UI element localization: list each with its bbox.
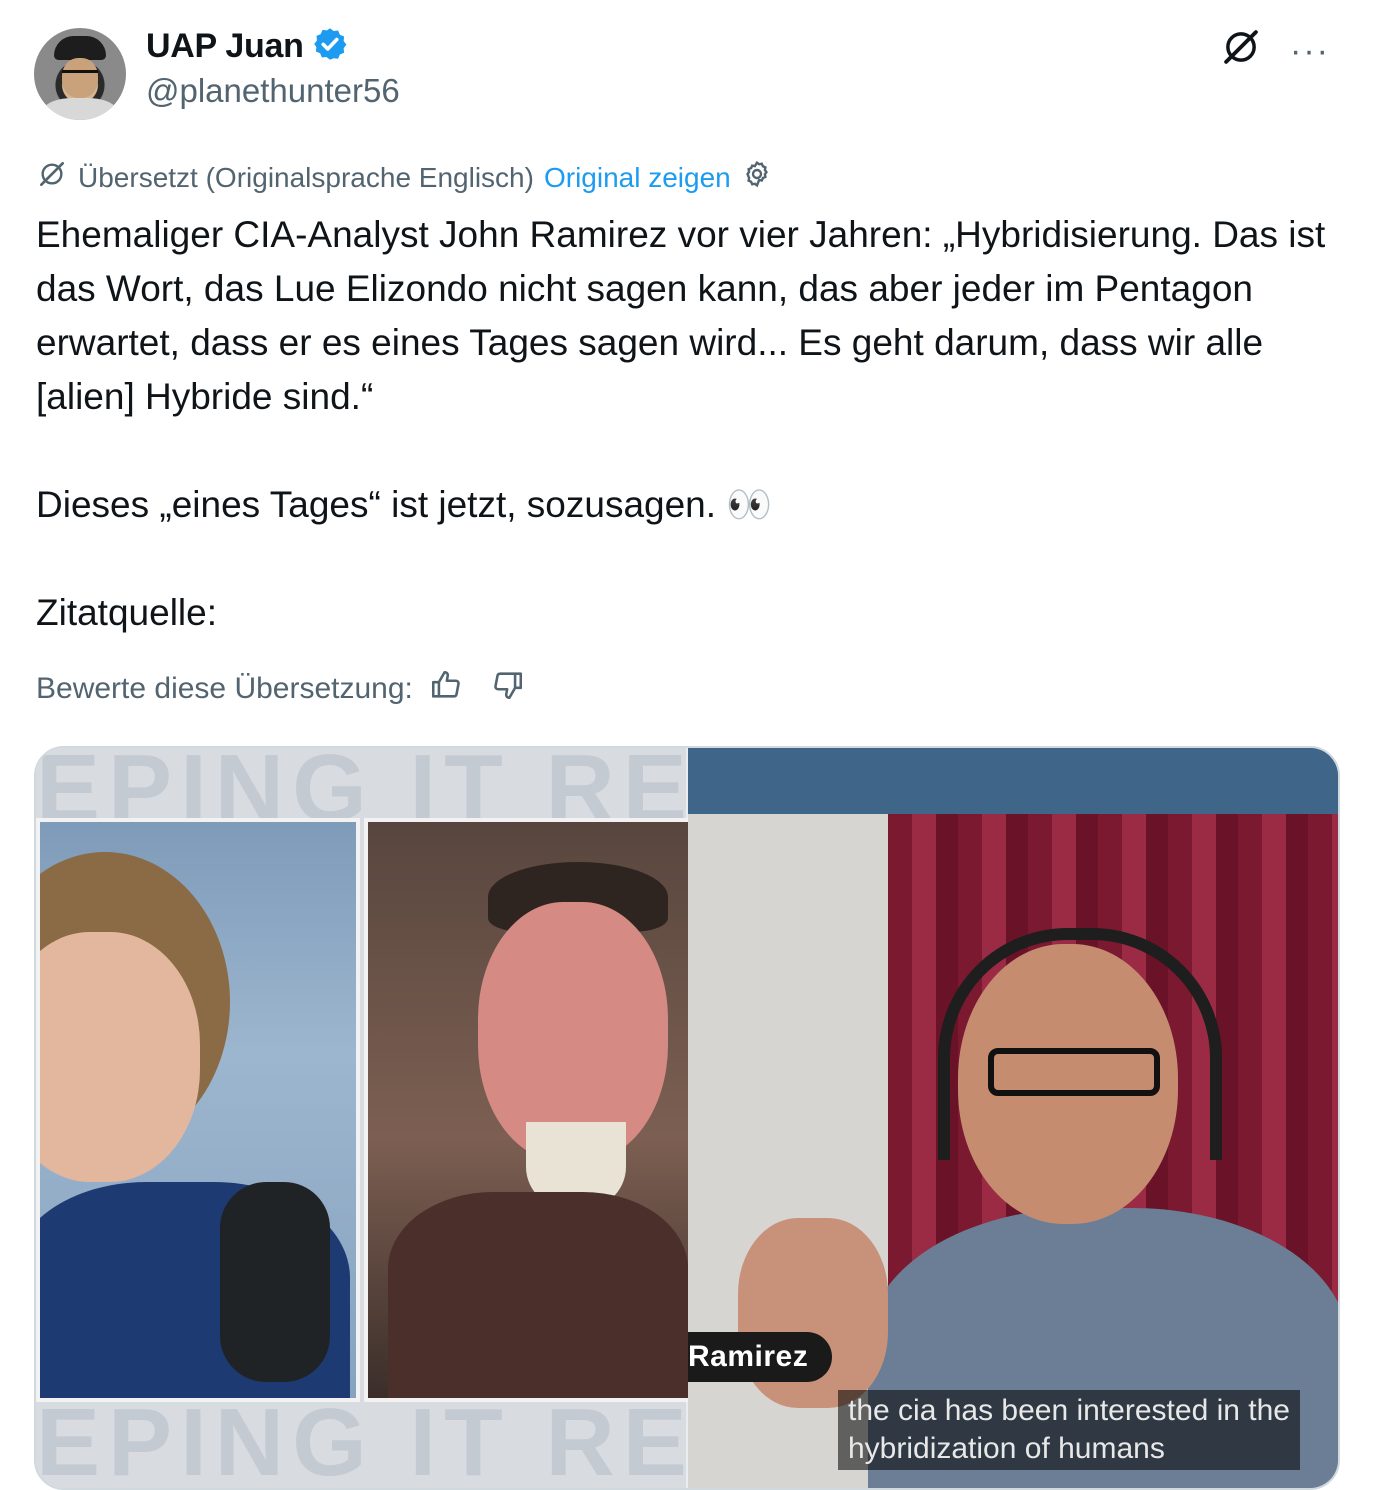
avatar-glasses (62, 70, 98, 81)
tweet-paragraph: Zitatquelle: (36, 592, 217, 633)
translate-icon (36, 158, 68, 197)
author-name-row: UAP Juan (146, 26, 348, 67)
thumbs-down-icon[interactable] (491, 668, 525, 710)
media-image-left[interactable]: EPING IT RE EPING IT RE (36, 748, 694, 1488)
author-avatar[interactable] (34, 28, 126, 120)
caption-line: hybridization of humans (848, 1432, 1165, 1465)
tweet-paragraph: Dieses „eines Tages“ ist jetzt, sozusage… (36, 484, 773, 525)
tweet-actions-top: ··· (1220, 26, 1330, 75)
video-feed-man (364, 818, 694, 1402)
caption-line: the cia has been interested in the (848, 1394, 1290, 1427)
settings-gear-icon[interactable] (741, 158, 773, 197)
translation-status: Übersetzt (Originalsprache Englisch) (78, 161, 534, 193)
rate-translation: Bewerte diese Übersetzung: (36, 668, 525, 710)
rate-label: Bewerte diese Übersetzung: (36, 672, 413, 705)
avatar-cap (54, 36, 106, 60)
grok-icon[interactable] (1220, 26, 1262, 75)
translation-bar: Übersetzt (Originalsprache Englisch) Ori… (36, 158, 773, 197)
show-original-link[interactable]: Original zeigen (544, 162, 731, 194)
tweet-media[interactable]: EPING IT RE EPING IT RE Ramirez the cia … (34, 746, 1340, 1490)
video-feed-woman (36, 818, 360, 1402)
watermark-bottom: EPING IT RE (36, 1389, 695, 1490)
speaker-name-tag: Ramirez (688, 1332, 833, 1382)
headphones-icon (938, 928, 1222, 1160)
media-image-right[interactable]: Ramirez the cia has been interested in t… (688, 748, 1338, 1488)
verified-badge-icon (312, 26, 348, 67)
thumbs-up-icon[interactable] (429, 668, 463, 710)
microphone-icon (220, 1182, 330, 1382)
tweet-paragraph: Ehemaliger CIA-Analyst John Ramirez vor … (36, 214, 1326, 417)
video-caption: the cia has been interested in the hybri… (838, 1390, 1300, 1470)
author-name[interactable]: UAP Juan (146, 27, 304, 66)
avatar-shirt (44, 98, 116, 120)
author-handle[interactable]: @planethunter56 (146, 72, 400, 110)
tweet-text: Ehemaliger CIA-Analyst John Ramirez vor … (36, 208, 1326, 640)
more-options-icon[interactable]: ··· (1290, 34, 1330, 68)
